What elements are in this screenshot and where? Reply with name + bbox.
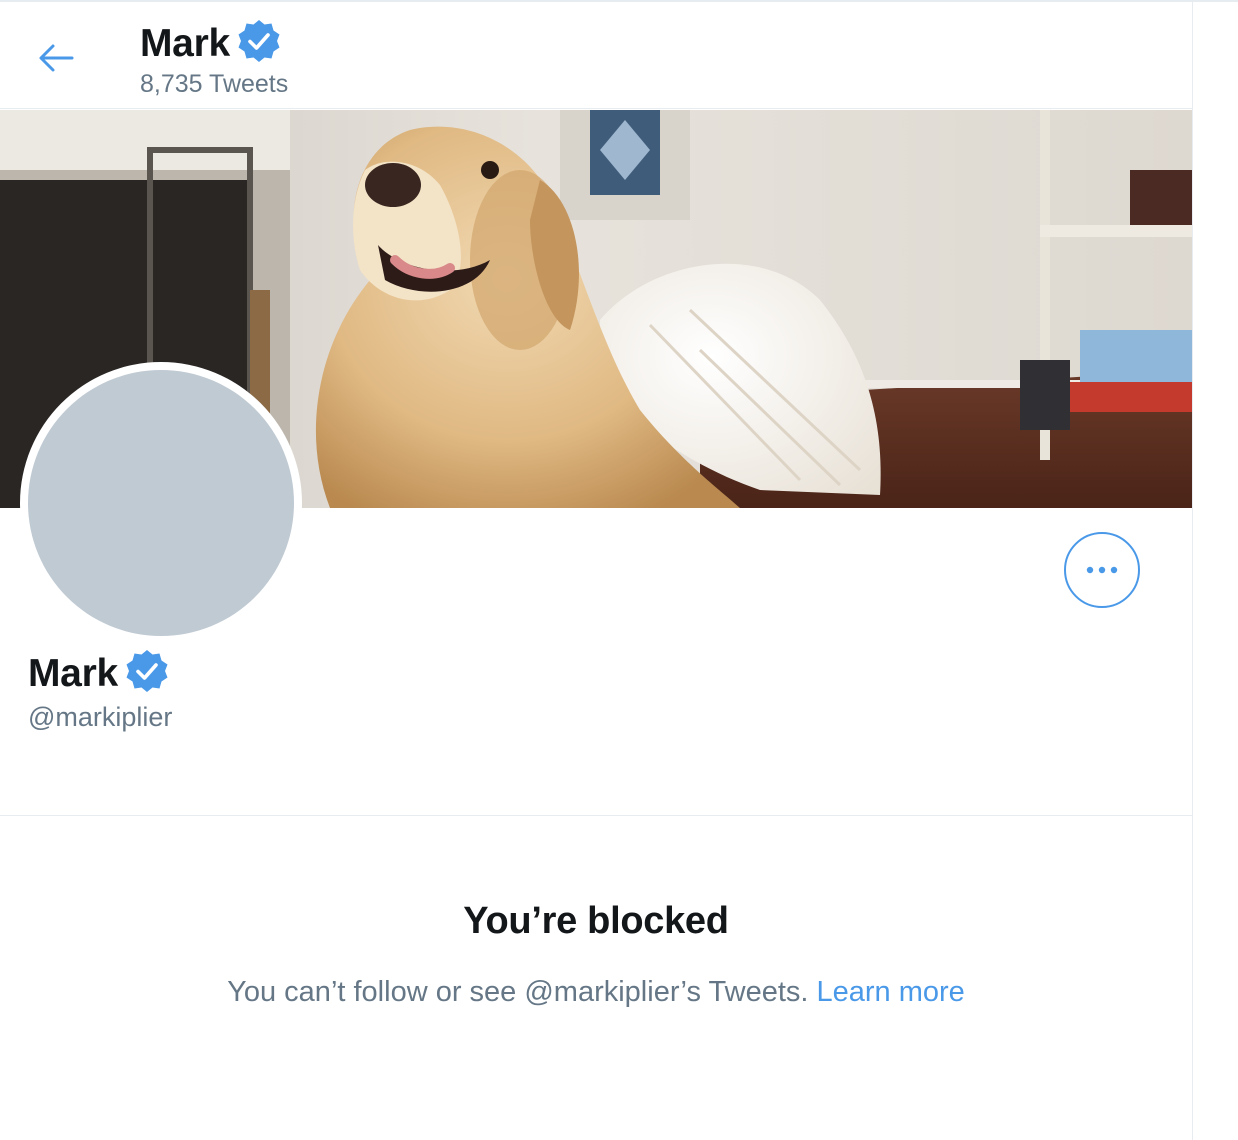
tweet-count: 8,735 Tweets [140, 70, 289, 98]
profile-name-row: Mark [28, 648, 170, 699]
avatar[interactable] [28, 370, 294, 636]
avatar-ring [20, 362, 302, 644]
section-divider [0, 815, 1192, 816]
header-name: Mark [140, 21, 230, 65]
back-button[interactable] [26, 28, 86, 88]
profile-header: Mark 8,735 Tweets [0, 2, 1192, 109]
verified-badge-icon [236, 18, 282, 69]
learn-more-link[interactable]: Learn more [817, 976, 965, 1008]
profile-handle: @markiplier [28, 702, 173, 732]
profile-column: Mark 8,735 Tweets Mark @markiplier You’r… [0, 2, 1193, 1140]
blocked-message-row: You can’t follow or see @markiplier’s Tw… [0, 976, 1192, 1009]
profile-name: Mark [28, 651, 118, 695]
more-options-button[interactable] [1064, 532, 1140, 608]
blocked-message: You can’t follow or see @markiplier’s Tw… [227, 976, 817, 1008]
right-gutter [1193, 2, 1238, 1140]
blocked-title: You’re blocked [463, 900, 729, 942]
arrow-left-icon [39, 44, 74, 72]
header-title: Mark [140, 18, 282, 69]
verified-badge-icon [124, 648, 170, 699]
more-horizontal-icon [1086, 566, 1118, 574]
